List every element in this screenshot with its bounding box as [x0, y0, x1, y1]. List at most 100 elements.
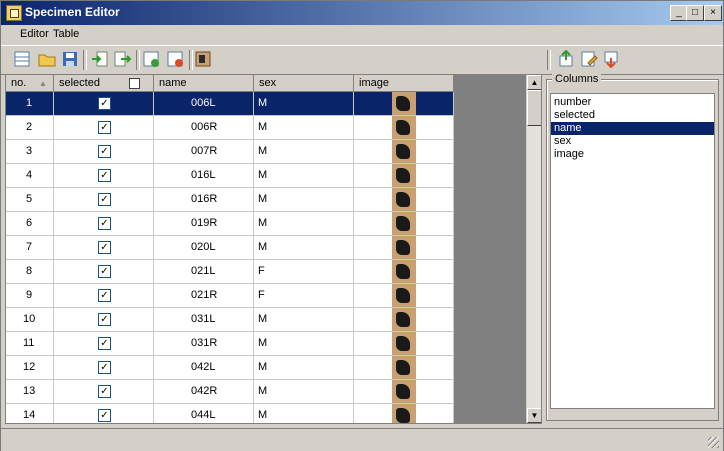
table-row[interactable]: 4 ✓ 016L M: [6, 164, 454, 188]
specimen-thumbnail: [392, 92, 416, 115]
column-header-image[interactable]: image: [354, 75, 454, 92]
row-checkbox[interactable]: ✓: [98, 193, 111, 206]
close-button[interactable]: ×: [704, 5, 722, 21]
row-checkbox[interactable]: ✓: [98, 97, 111, 110]
cell-name: 031L: [154, 308, 254, 331]
specimen-thumbnail: [392, 332, 416, 355]
header-label: sex: [259, 77, 277, 89]
specimen-thumbnail: [392, 404, 416, 423]
table-row[interactable]: 1 ✓ 006L M: [6, 92, 454, 116]
table-row[interactable]: 2 ✓ 006R M: [6, 116, 454, 140]
app-icon: [6, 5, 22, 21]
cell-name: 021R: [154, 284, 254, 307]
maximize-button[interactable]: □: [686, 5, 704, 21]
table-row[interactable]: 14 ✓ 044L M: [6, 404, 454, 423]
delete-row-icon[interactable]: [166, 50, 184, 68]
open-folder-icon[interactable]: [38, 50, 56, 68]
cell-no: 5: [6, 188, 54, 211]
row-checkbox[interactable]: ✓: [98, 217, 111, 230]
row-checkbox[interactable]: ✓: [98, 409, 111, 422]
column-header-name[interactable]: name: [154, 75, 254, 92]
new-table-icon[interactable]: [13, 50, 31, 68]
cell-sex: M: [254, 236, 354, 259]
cell-no: 4: [6, 164, 54, 187]
table-row[interactable]: 13 ✓ 042R M: [6, 380, 454, 404]
specimen-thumbnail: [392, 284, 416, 307]
import-icon[interactable]: [91, 50, 109, 68]
table-row[interactable]: 11 ✓ 031R M: [6, 332, 454, 356]
scroll-down-arrow-icon[interactable]: ▼: [527, 408, 541, 423]
cell-selected: ✓: [54, 212, 154, 235]
cell-selected: ✓: [54, 332, 154, 355]
column-header-selected[interactable]: selected: [54, 75, 154, 92]
cell-no: 2: [6, 116, 54, 139]
table-row[interactable]: 8 ✓ 021L F: [6, 260, 454, 284]
specimen-image-icon[interactable]: [194, 50, 212, 68]
row-checkbox[interactable]: ✓: [98, 385, 111, 398]
specimen-thumbnail: [392, 236, 416, 259]
row-checkbox[interactable]: ✓: [98, 313, 111, 326]
cell-image: [354, 236, 454, 259]
table-row[interactable]: 7 ✓ 020L M: [6, 236, 454, 260]
columns-listbox[interactable]: number selected name sex image: [550, 93, 715, 409]
row-checkbox[interactable]: ✓: [98, 241, 111, 254]
cell-no: 7: [6, 236, 54, 259]
cell-selected: ✓: [54, 116, 154, 139]
cell-no: 3: [6, 140, 54, 163]
column-list-item[interactable]: selected: [551, 109, 714, 122]
table-row[interactable]: 5 ✓ 016R M: [6, 188, 454, 212]
column-header-sex[interactable]: sex: [254, 75, 354, 92]
cell-image: [354, 404, 454, 423]
move-up-icon[interactable]: [557, 50, 575, 68]
table-row[interactable]: 12 ✓ 042L M: [6, 356, 454, 380]
export-icon[interactable]: [113, 50, 131, 68]
table-row[interactable]: 10 ✓ 031L M: [6, 308, 454, 332]
row-checkbox[interactable]: ✓: [98, 265, 111, 278]
row-checkbox[interactable]: ✓: [98, 361, 111, 374]
column-header-no[interactable]: no. ▲: [6, 75, 54, 92]
column-list-item[interactable]: name: [551, 122, 714, 135]
column-list-item[interactable]: image: [551, 148, 714, 161]
move-down-icon[interactable]: [602, 50, 620, 68]
cell-selected: ✓: [54, 236, 154, 259]
row-checkbox[interactable]: ✓: [98, 145, 111, 158]
cell-no: 8: [6, 260, 54, 283]
cell-no: 9: [6, 284, 54, 307]
table-row[interactable]: 9 ✓ 021R F: [6, 284, 454, 308]
cell-sex: M: [254, 332, 354, 355]
cell-image: [354, 92, 454, 115]
cell-name: 020L: [154, 236, 254, 259]
menu-editor[interactable]: Editor: [20, 28, 49, 40]
row-checkbox[interactable]: ✓: [98, 289, 111, 302]
cell-sex: M: [254, 92, 354, 115]
row-checkbox[interactable]: ✓: [98, 337, 111, 350]
row-checkbox[interactable]: ✓: [98, 169, 111, 182]
specimen-table: no. ▲ selected name sex image 1 ✓ 006L M …: [5, 74, 542, 424]
save-icon[interactable]: [61, 50, 79, 68]
cell-no: 14: [6, 404, 54, 423]
vertical-scrollbar[interactable]: ▲ ▼: [526, 75, 541, 423]
row-checkbox[interactable]: ✓: [98, 121, 111, 134]
table-row[interactable]: 3 ✓ 007R M: [6, 140, 454, 164]
add-row-icon[interactable]: [142, 50, 160, 68]
select-all-checkbox[interactable]: [129, 78, 140, 89]
title-bar[interactable]: Specimen Editor _ □ ×: [1, 1, 723, 25]
scroll-thumb[interactable]: [527, 90, 541, 126]
cell-no: 12: [6, 356, 54, 379]
cell-image: [354, 260, 454, 283]
main-window: Specimen Editor _ □ × Editor Table no. ▲ …: [0, 0, 724, 451]
scroll-up-arrow-icon[interactable]: ▲: [527, 75, 541, 90]
column-list-item[interactable]: sex: [551, 135, 714, 148]
cell-selected: ✓: [54, 92, 154, 115]
table-row[interactable]: 6 ✓ 019R M: [6, 212, 454, 236]
specimen-thumbnail: [392, 140, 416, 163]
table-body: no. ▲ selected name sex image 1 ✓ 006L M …: [6, 75, 454, 423]
cell-selected: ✓: [54, 260, 154, 283]
specimen-thumbnail: [392, 188, 416, 211]
menu-table[interactable]: Table: [53, 28, 79, 40]
resize-grip-icon[interactable]: [708, 437, 719, 448]
column-list-item[interactable]: number: [551, 96, 714, 109]
edit-column-icon[interactable]: [580, 50, 598, 68]
toolbar-separator: [547, 50, 551, 70]
cell-no: 10: [6, 308, 54, 331]
